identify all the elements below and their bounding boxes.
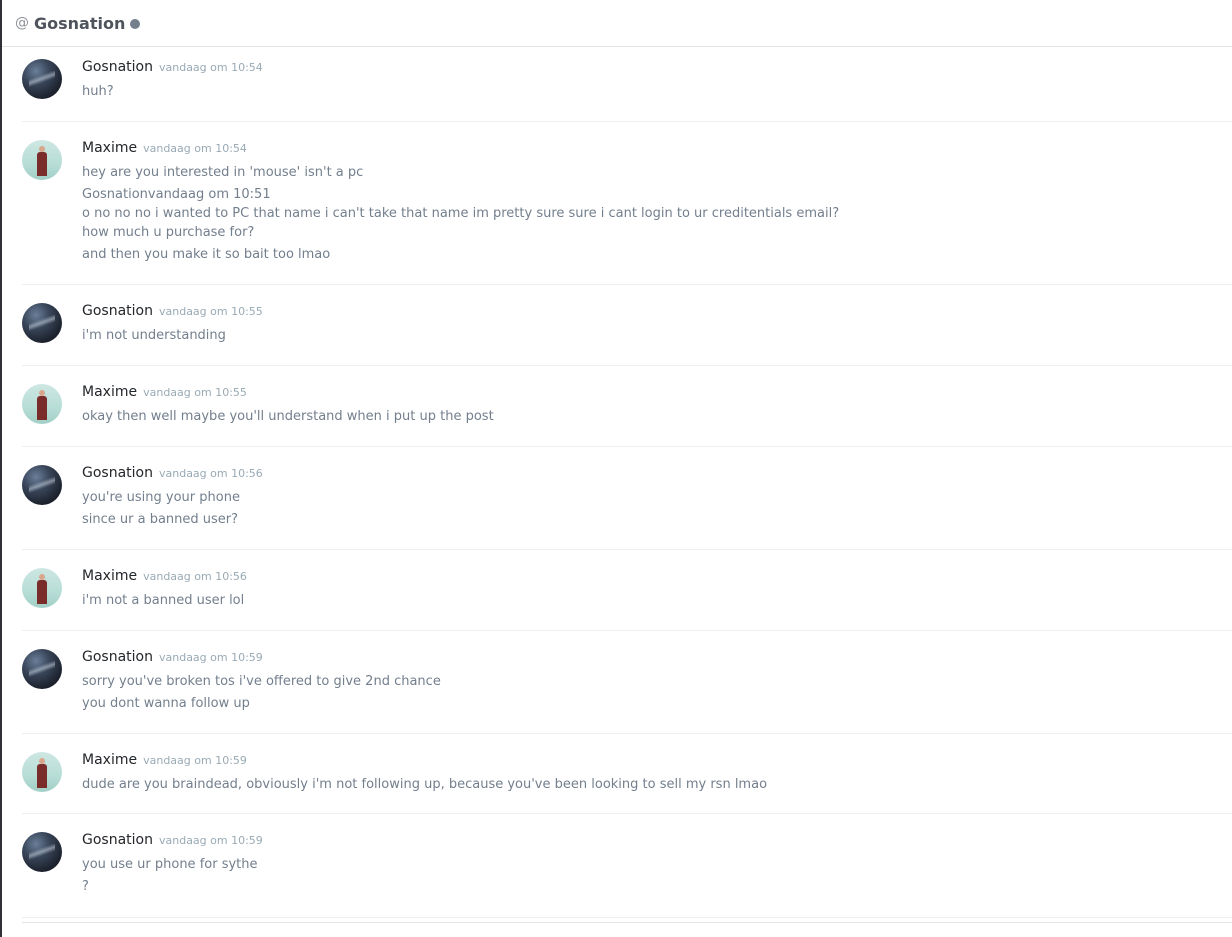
message-group: Gosnation vandaag om 10:56 you're using …	[22, 447, 1232, 550]
message-text: you use ur phone for sythe	[82, 857, 258, 872]
message-list[interactable]: Gosnation vandaag om 10:54 huh? Maxime v…	[2, 48, 1232, 937]
username[interactable]: Maxime	[82, 384, 137, 400]
message-group: Gosnation vandaag om 10:59 you use ur ph…	[22, 814, 1232, 918]
message-text: since ur a banned user?	[82, 512, 239, 527]
message-header: Gosnation vandaag om 10:54	[82, 59, 1232, 79]
timestamp: vandaag om 10:59	[158, 651, 263, 664]
message-group: Maxime vandaag om 10:55 okay then well m…	[22, 366, 1232, 447]
username[interactable]: Gosnation	[82, 465, 153, 481]
message-group: Maxime vandaag om 10:54 hey are you inte…	[22, 122, 1232, 285]
channel-name[interactable]: Gosnation	[34, 14, 125, 33]
avatar[interactable]	[22, 384, 62, 424]
avatar[interactable]	[22, 303, 62, 343]
message-header: Maxime vandaag om 10:55	[82, 384, 1232, 404]
message-text: huh?	[82, 84, 114, 99]
message-group: Gosnation vandaag om 10:59 sorry you've …	[22, 631, 1232, 734]
quoted-message-text: o no no no i wanted to PC that name i ca…	[82, 206, 840, 221]
message-text: dude are you braindead, obviously i'm no…	[82, 777, 768, 792]
username[interactable]: Gosnation	[82, 59, 153, 75]
message-header: Gosnation vandaag om 10:59	[82, 649, 1232, 669]
message-text: and then you make it so bait too lmao	[82, 247, 331, 262]
message-group: Maxime vandaag om 10:56 i'm not a banned…	[22, 550, 1232, 631]
timestamp: vandaag om 10:59	[143, 754, 247, 767]
timestamp: vandaag om 10:59	[158, 834, 263, 847]
message-text: you're using your phone	[82, 490, 240, 505]
avatar[interactable]	[22, 832, 62, 872]
message-text: okay then well maybe you'll understand w…	[82, 409, 494, 424]
timestamp: vandaag om 10:56	[158, 467, 263, 480]
message-text: hey are you interested in 'mouse' isn't …	[82, 165, 364, 180]
message-header: Maxime vandaag om 10:56	[82, 568, 1232, 588]
message-header: Maxime vandaag om 10:59	[82, 752, 1232, 772]
avatar[interactable]	[22, 59, 62, 99]
timestamp: vandaag om 10:55	[143, 386, 247, 399]
quoted-message-header: Gosnationvandaag om 10:51	[82, 187, 271, 202]
message-text: i'm not a banned user lol	[82, 593, 245, 608]
message-header: Gosnation vandaag om 10:56	[82, 465, 1232, 485]
username[interactable]: Gosnation	[82, 649, 153, 665]
channel-header: @ Gosnation	[2, 0, 1232, 47]
timestamp: vandaag om 10:54	[143, 142, 247, 155]
avatar[interactable]	[22, 568, 62, 608]
message-header: Maxime vandaag om 10:54	[82, 140, 1232, 160]
message-header: Gosnation vandaag om 10:55	[82, 303, 1232, 323]
username[interactable]: Maxime	[82, 568, 137, 584]
message-text: ?	[82, 879, 89, 894]
username[interactable]: Gosnation	[82, 832, 153, 848]
message-group: Gosnation vandaag om 10:55 i'm not under…	[22, 285, 1232, 366]
timestamp: vandaag om 10:56	[143, 570, 247, 583]
timestamp: vandaag om 10:55	[158, 305, 263, 318]
message-text: sorry you've broken tos i've offered to …	[82, 674, 441, 689]
timestamp: vandaag om 10:54	[158, 61, 263, 74]
message-group: Maxime vandaag om 10:59 dude are you bra…	[22, 734, 1232, 814]
quoted-message-text: how much u purchase for?	[82, 225, 255, 240]
message-group: Gosnation vandaag om 10:54 huh?	[22, 48, 1232, 122]
username[interactable]: Maxime	[82, 140, 137, 156]
avatar[interactable]	[22, 465, 62, 505]
avatar[interactable]	[22, 140, 62, 180]
username[interactable]: Maxime	[82, 752, 137, 768]
avatar[interactable]	[22, 649, 62, 689]
message-header: Gosnation vandaag om 10:59	[82, 832, 1232, 852]
username[interactable]: Gosnation	[82, 303, 153, 319]
offline-status-icon	[130, 18, 141, 29]
message-text: you dont wanna follow up	[82, 696, 250, 711]
message-text: i'm not understanding	[82, 328, 226, 343]
at-icon: @	[15, 15, 29, 31]
avatar[interactable]	[22, 752, 62, 792]
divider	[22, 922, 1232, 923]
